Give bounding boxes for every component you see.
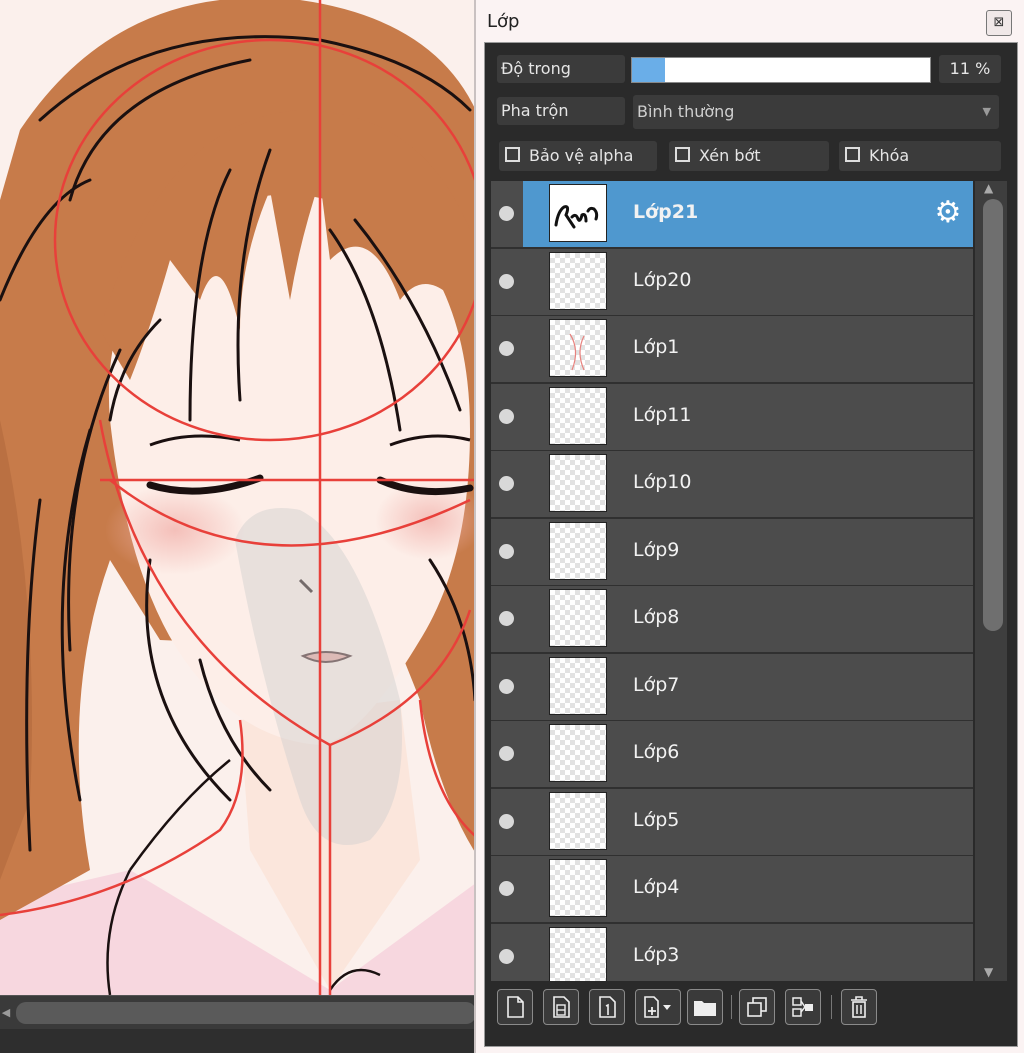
layer-name: Lớp5 [633, 808, 680, 831]
protect-alpha-checkbox[interactable]: Bảo vệ alpha [499, 141, 657, 171]
layer-thumbnail [549, 184, 607, 242]
layer-name: Lớp20 [633, 268, 692, 291]
opacity-label: Độ trong [497, 55, 625, 83]
visibility-toggle-icon[interactable] [499, 881, 514, 896]
layer-name: Lớp21 [633, 201, 699, 223]
layer-name: Lớp4 [633, 876, 680, 898]
new-layer-icon[interactable] [497, 989, 533, 1025]
layer-row[interactable]: Lớp8 [491, 586, 973, 654]
clipping-checkbox[interactable]: Xén bớt [669, 141, 829, 171]
opacity-slider[interactable] [631, 57, 931, 83]
blend-mode-select[interactable]: Bình thường ▼ [633, 95, 999, 129]
visibility-toggle-icon[interactable] [499, 273, 514, 289]
horizontal-scroll-thumb[interactable] [16, 1002, 476, 1024]
chevron-down-icon: ▼ [982, 105, 991, 118]
opacity-value: 11 % [939, 55, 1001, 83]
lock-label: Khóa [869, 146, 910, 165]
panel-body: Độ trong 11 % Pha trộn Bình thường ▼ Bảo… [484, 42, 1018, 1047]
layer-row[interactable]: Lớp1 [491, 316, 973, 384]
vertical-scrollbar[interactable]: ▲ ▼ [975, 181, 1007, 981]
visibility-toggle-icon[interactable] [499, 813, 514, 829]
add-layer-menu-icon[interactable] [635, 989, 681, 1025]
checkbox-box [845, 147, 860, 162]
layer-row[interactable]: Lớp6 [491, 721, 973, 789]
artwork [0, 0, 480, 995]
visibility-toggle-icon[interactable] [499, 678, 514, 694]
layer-name: Lớp9 [633, 538, 680, 561]
blend-mode-label: Pha trộn [497, 97, 625, 125]
scroll-up-arrow-icon[interactable]: ▲ [984, 181, 993, 195]
clipping-label: Xén bớt [699, 146, 761, 165]
close-icon[interactable]: ⊠ [986, 10, 1012, 36]
merge-down-icon[interactable] [785, 989, 821, 1025]
layer-row[interactable]: Lớp21 ⚙ [491, 181, 973, 249]
visibility-toggle-icon[interactable] [499, 476, 514, 491]
layer-name: Lớp6 [633, 741, 680, 763]
layer-thumbnail [549, 926, 607, 981]
layer-name: Lớp1 [633, 336, 680, 358]
drawing-canvas[interactable] [0, 0, 480, 995]
lock-checkbox[interactable]: Khóa [839, 141, 1001, 171]
toolbar-separator [831, 995, 832, 1019]
opacity-slider-fill [632, 58, 665, 82]
layer-thumbnail [549, 454, 607, 512]
layer-list: Lớp21 ⚙ Lớp20 Lớp1 Lớp11 Lớp10 Lớp9 Lớp8 Lớp7 Lớp… [491, 181, 973, 981]
layer-row[interactable]: Lớp7 [491, 653, 973, 722]
layer-thumbnail [549, 589, 607, 647]
layer-row[interactable]: Lớp5 [491, 788, 973, 857]
layer-thumbnail [549, 859, 607, 917]
panel-titlebar[interactable]: Lớp ⊠ [476, 0, 1024, 42]
checkbox-box [505, 147, 520, 162]
layer-thumbnail [549, 656, 607, 715]
layer-row[interactable]: Lớp20 [491, 248, 973, 317]
layer-thumbnail [549, 791, 607, 850]
new-folder-icon[interactable] [687, 989, 723, 1025]
duplicate-layer-icon[interactable] [739, 989, 775, 1025]
layer-thumbnail [549, 521, 607, 580]
delete-layer-icon[interactable] [841, 989, 877, 1025]
layer-name: Lớp7 [633, 673, 680, 696]
layer-row[interactable]: Lớp3 [491, 923, 973, 981]
horizontal-scrollbar[interactable]: ◀ [0, 995, 478, 1030]
new-8bit-layer-icon[interactable] [543, 989, 579, 1025]
layer-thumbnail [549, 251, 607, 310]
layer-name: Lớp10 [633, 471, 692, 493]
layer-thumbnail [549, 724, 607, 782]
visibility-toggle-icon[interactable] [499, 948, 514, 964]
visibility-toggle-icon[interactable] [499, 611, 514, 626]
visibility-toggle-icon[interactable] [499, 341, 514, 356]
layer-settings-gear-icon[interactable]: ⚙ [931, 196, 965, 230]
layer-row[interactable]: Lớp9 [491, 518, 973, 587]
protect-alpha-label: Bảo vệ alpha [529, 146, 634, 165]
vertical-scroll-thumb[interactable] [983, 199, 1003, 631]
status-strip [0, 1029, 480, 1053]
layer-row[interactable]: Lớp11 [491, 383, 973, 452]
layer-thumbnail [549, 319, 607, 377]
layer-row[interactable]: Lớp10 [491, 451, 973, 519]
visibility-toggle-icon[interactable] [499, 206, 514, 221]
checkbox-box [675, 147, 690, 162]
layer-toolbar [491, 983, 1009, 1033]
visibility-toggle-icon[interactable] [499, 543, 514, 559]
layer-name: Lớp11 [633, 403, 692, 426]
scroll-left-arrow-icon[interactable]: ◀ [0, 1006, 12, 1020]
layer-name: Lớp3 [633, 943, 680, 966]
visibility-toggle-icon[interactable] [499, 408, 514, 424]
scroll-down-arrow-icon[interactable]: ▼ [984, 965, 993, 979]
blend-mode-value: Bình thường [637, 102, 735, 121]
toolbar-separator [731, 995, 732, 1019]
layer-name: Lớp8 [633, 606, 680, 628]
visibility-toggle-icon[interactable] [499, 746, 514, 761]
layer-panel: Lớp ⊠ Độ trong 11 % Pha trộn Bình thường… [474, 0, 1024, 1053]
layer-row[interactable]: Lớp4 [491, 856, 973, 924]
new-1bit-layer-icon[interactable] [589, 989, 625, 1025]
panel-title: Lớp [487, 11, 520, 32]
layer-thumbnail [549, 386, 607, 445]
